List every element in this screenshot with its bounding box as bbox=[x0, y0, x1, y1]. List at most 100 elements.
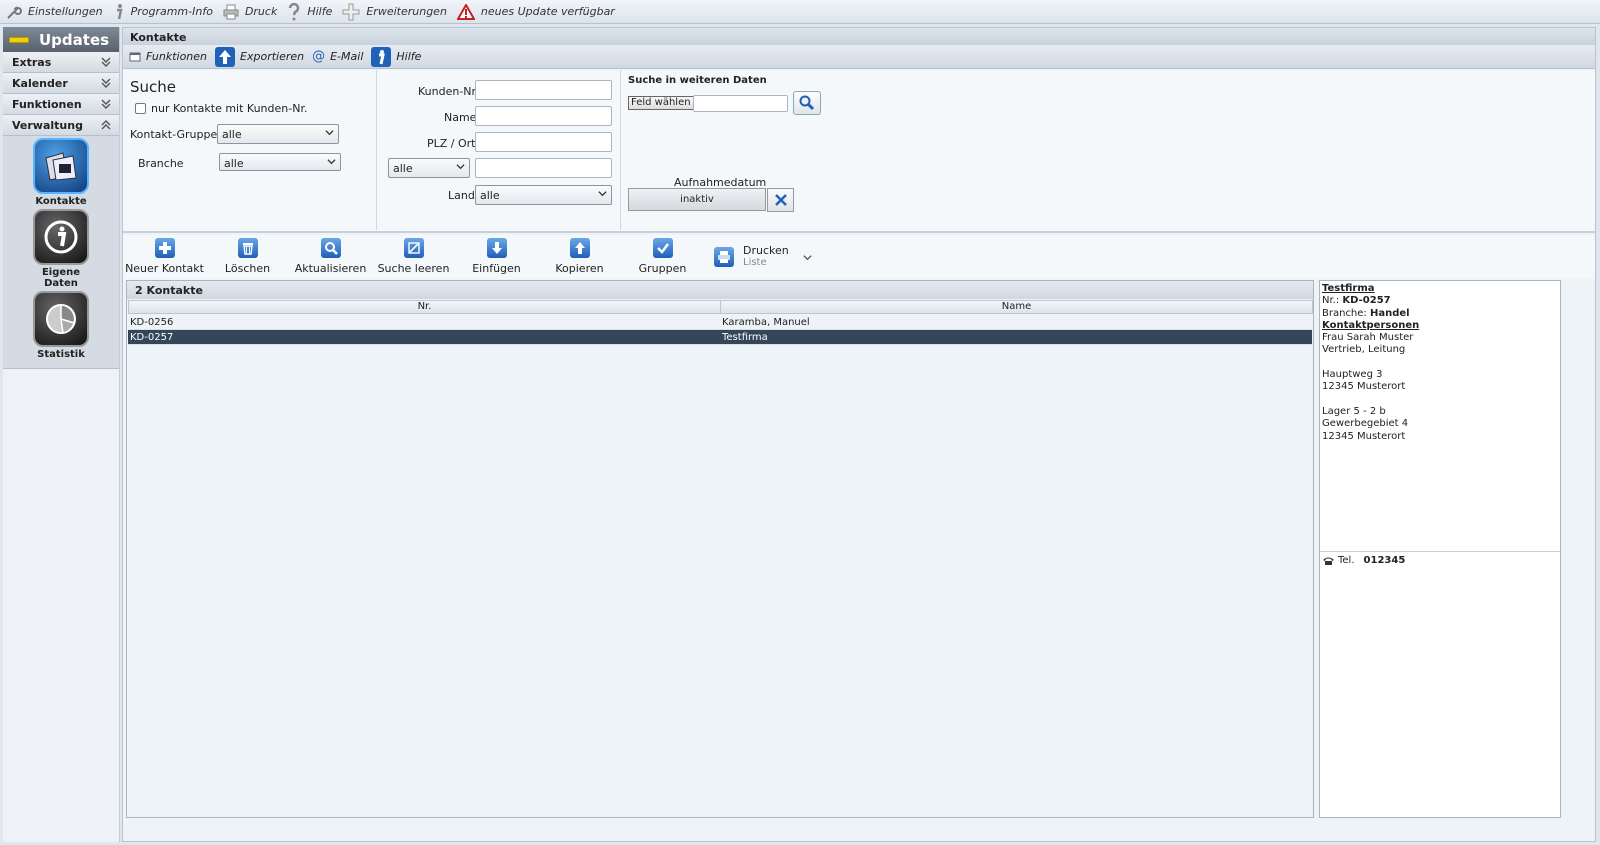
nav-label: Kontakte bbox=[35, 196, 87, 207]
clear-search-button[interactable]: Suche leeren bbox=[372, 235, 455, 279]
country-select[interactable]: alle bbox=[475, 185, 612, 205]
menu-settings[interactable]: Einstellungen bbox=[6, 4, 103, 20]
subtool-label: Hilfe bbox=[396, 50, 422, 63]
sidebar-section-verwaltung[interactable]: Verwaltung bbox=[3, 115, 119, 136]
zip-city-input[interactable] bbox=[475, 132, 612, 152]
minus-icon bbox=[9, 36, 29, 43]
extra-select[interactable]: alle bbox=[388, 158, 470, 178]
detail-branch: Handel bbox=[1369, 307, 1410, 319]
branch-select-value: alle bbox=[224, 157, 244, 170]
date-filter-button[interactable]: inaktiv bbox=[628, 188, 766, 211]
detail-address2-street: Gewerbegebiet 4 bbox=[1322, 418, 1409, 430]
clear-search-icon bbox=[403, 238, 424, 258]
group-select[interactable]: alle bbox=[217, 124, 339, 144]
chevron-down-icon bbox=[803, 254, 812, 260]
cell-name: Testfirma bbox=[722, 332, 768, 343]
arrow-up-icon bbox=[569, 238, 590, 258]
info-icon bbox=[116, 3, 123, 19]
branch-select[interactable]: alle bbox=[219, 153, 341, 171]
detail-address2-line1: Lager 5 - 2 b bbox=[1322, 405, 1386, 417]
zip-city-label: PLZ / Ort bbox=[427, 137, 476, 150]
chevron-down-icon bbox=[598, 191, 607, 197]
refresh-button[interactable]: Aktualisieren bbox=[289, 235, 372, 279]
subtool-label: Exportieren bbox=[240, 50, 305, 63]
insert-button[interactable]: Einfügen bbox=[455, 235, 538, 279]
search-form: Suche nur Kontakte mit Kunden-Nr. Kontak… bbox=[123, 70, 1595, 233]
sidebar-section-kalender[interactable]: Kalender bbox=[3, 73, 119, 94]
updates-button[interactable]: Updates bbox=[3, 27, 119, 52]
subtool-email[interactable]: @ E-Mail bbox=[312, 49, 363, 64]
subtool-exportieren[interactable]: Exportieren bbox=[215, 46, 305, 67]
tel-value[interactable]: 012345 bbox=[1364, 555, 1406, 566]
tel-label: Tel. bbox=[1338, 555, 1355, 566]
nav-icon-list: Kontakte Eigene Daten Statistik bbox=[3, 136, 119, 369]
contacts-icon bbox=[33, 138, 89, 194]
close-icon bbox=[774, 194, 787, 206]
plus-icon bbox=[342, 3, 360, 20]
contact-list: 2 Kontakte Nr. Name KD-0256 Karamba, Man… bbox=[126, 280, 1314, 818]
nav-label: Statistik bbox=[37, 349, 85, 360]
only-with-number-label: nur Kontakte mit Kunden-Nr. bbox=[151, 102, 308, 115]
subtool-hilfe[interactable]: Hilfe bbox=[371, 46, 422, 67]
nav-kontakte[interactable]: Kontakte bbox=[3, 138, 119, 207]
contact-detail: Testfirma Nr.: KD-0257 Branche: Handel K… bbox=[1319, 280, 1561, 818]
copy-button[interactable]: Kopieren bbox=[538, 235, 621, 279]
branch-label: Branche bbox=[138, 157, 184, 170]
table-row-selected[interactable]: KD-0257 Testfirma bbox=[128, 330, 1312, 345]
new-contact-button[interactable]: Neuer Kontakt bbox=[123, 235, 206, 279]
clear-date-button[interactable] bbox=[767, 188, 794, 212]
check-icon bbox=[652, 238, 673, 258]
column-header-nr[interactable]: Nr. bbox=[128, 300, 721, 314]
action-label: Aktualisieren bbox=[294, 262, 367, 275]
column-header-name[interactable]: Name bbox=[720, 300, 1313, 314]
action-label: Neuer Kontakt bbox=[125, 262, 204, 275]
print-list-button[interactable]: Drucken Liste bbox=[714, 235, 812, 279]
sidebar-section-label: Kalender bbox=[12, 76, 68, 90]
divider bbox=[376, 70, 377, 230]
nav-statistik[interactable]: Statistik bbox=[3, 291, 119, 360]
nav-eigene-daten[interactable]: Eigene Daten bbox=[3, 209, 119, 289]
groups-button[interactable]: Gruppen bbox=[621, 235, 704, 279]
search-button[interactable] bbox=[793, 91, 821, 115]
chevron-down-icon bbox=[325, 130, 334, 136]
sub-toolbar: Funktionen Exportieren @ E-Mail Hilfe bbox=[123, 45, 1595, 69]
top-menu-bar: Einstellungen Programm-Info Druck Hilfe … bbox=[0, 0, 1600, 24]
delete-button[interactable]: Löschen bbox=[206, 235, 289, 279]
menu-program-info[interactable]: Programm-Info bbox=[113, 3, 213, 21]
trash-icon bbox=[237, 238, 258, 258]
extra-input[interactable] bbox=[475, 158, 612, 178]
action-label: Suche leeren bbox=[377, 262, 450, 275]
sidebar-section-extras[interactable]: Extras bbox=[3, 52, 119, 73]
menu-print[interactable]: Druck bbox=[223, 4, 277, 20]
divider bbox=[620, 70, 621, 230]
menu-extensions[interactable]: Erweiterungen bbox=[342, 3, 447, 21]
menu-update-available[interactable]: neues Update verfügbar bbox=[456, 3, 615, 20]
chevron-down-icon bbox=[101, 78, 111, 88]
chevron-down-icon bbox=[456, 164, 465, 170]
field-choose-button[interactable]: Feld wählen bbox=[628, 96, 694, 110]
sidebar-section-funktionen[interactable]: Funktionen bbox=[3, 94, 119, 115]
country-label: Land bbox=[448, 189, 475, 202]
chevron-down-icon bbox=[327, 159, 336, 165]
arrow-down-icon bbox=[486, 238, 507, 258]
detail-company: Testfirma bbox=[1322, 283, 1375, 294]
action-label: Einfügen bbox=[472, 262, 521, 275]
group-select-value: alle bbox=[222, 128, 242, 141]
detail-contacts-heading: Kontaktpersonen bbox=[1322, 319, 1420, 331]
more-search-input[interactable] bbox=[693, 95, 788, 112]
detail-address2-city: 12345 Musterort bbox=[1322, 430, 1406, 442]
sidebar-section-label: Verwaltung bbox=[12, 118, 83, 132]
table-row[interactable]: KD-0256 Karamba, Manuel bbox=[128, 315, 1312, 330]
menu-help-label: Hilfe bbox=[307, 5, 333, 18]
name-input[interactable] bbox=[475, 106, 612, 126]
menu-extensions-label: Erweiterungen bbox=[366, 5, 447, 18]
at-icon: @ bbox=[312, 49, 326, 64]
menu-help[interactable]: Hilfe bbox=[287, 2, 333, 21]
info-circle-icon bbox=[33, 209, 89, 265]
subtool-funktionen[interactable]: Funktionen bbox=[129, 50, 207, 63]
customer-no-input[interactable] bbox=[475, 80, 612, 100]
chevron-down-icon bbox=[101, 57, 111, 67]
only-with-number-checkbox[interactable] bbox=[135, 103, 146, 114]
chevron-down-icon bbox=[101, 99, 111, 109]
search-icon bbox=[799, 95, 815, 111]
